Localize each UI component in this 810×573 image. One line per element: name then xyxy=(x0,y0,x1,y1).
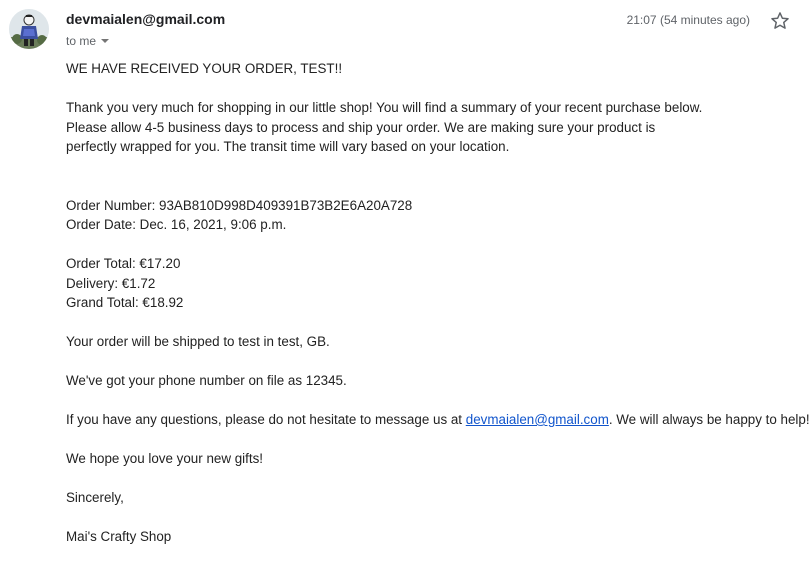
recipient-label: to me xyxy=(66,34,97,48)
questions-text-before: If you have any questions, please do not… xyxy=(66,412,466,427)
contact-email-link[interactable]: devmaialen@gmail.com xyxy=(466,412,609,427)
timestamp: 21:07 (54 minutes ago) xyxy=(626,13,750,27)
intro-line-1: Thank you very much for shopping in our … xyxy=(66,100,703,115)
sender-email[interactable]: devmaialen@gmail.com xyxy=(66,11,225,27)
delivery-cost: Delivery: €1.72 xyxy=(66,275,156,291)
closing-line: Sincerely, xyxy=(66,490,124,505)
hope-line: We hope you love your new gifts! xyxy=(66,451,264,466)
grand-total: Grand Total: €18.92 xyxy=(66,295,184,310)
star-outline-icon xyxy=(771,12,789,29)
intro-line-3: perfectly wrapped for you. The transit t… xyxy=(66,139,510,154)
order-number: Order Number: 93AB810D998D409391B73B2E6A… xyxy=(66,197,413,213)
sender-avatar[interactable] xyxy=(9,9,49,49)
questions-text-after: . We will always be happy to help! xyxy=(608,412,810,427)
email-message: devmaialen@gmail.com to me 21:07 (54 min… xyxy=(0,0,810,573)
order-total: Order Total: €17.20 xyxy=(66,256,181,271)
recipient-details-toggle[interactable]: to me xyxy=(66,34,110,48)
message-body: WE HAVE RECEIVED YOUR ORDER, TEST!! Than… xyxy=(66,59,810,547)
phone-info: We've got your phone number on file as 1… xyxy=(66,373,347,388)
star-button[interactable] xyxy=(769,10,791,32)
signature: Mai's Crafty Shop xyxy=(66,529,172,544)
shipping-info: Your order will be shipped to test in te… xyxy=(66,334,330,349)
intro-line-2: Please allow 4-5 business days to proces… xyxy=(66,119,656,135)
questions-line: If you have any questions, please do not… xyxy=(66,410,810,430)
chevron-down-icon xyxy=(101,39,110,43)
avatar-figure-icon xyxy=(9,9,49,49)
greeting-heading: WE HAVE RECEIVED YOUR ORDER, TEST!! xyxy=(66,61,343,76)
order-date: Order Date: Dec. 16, 2021, 9:06 p.m. xyxy=(66,217,287,232)
